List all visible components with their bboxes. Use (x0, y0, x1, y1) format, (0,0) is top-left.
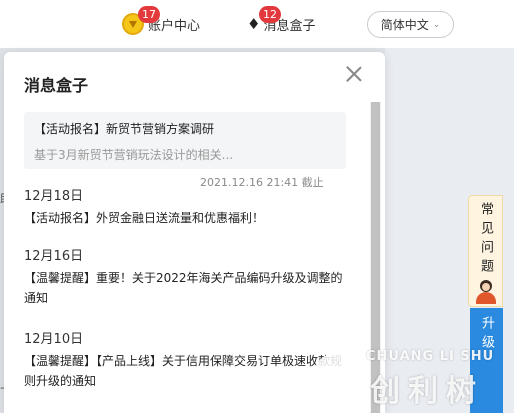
bell-icon: ♦ (247, 14, 261, 33)
faq-widget[interactable]: 常见问题 (468, 195, 503, 307)
support-avatar-icon (475, 280, 497, 304)
language-select[interactable]: 简体中文 ⌄ (367, 11, 454, 38)
close-icon[interactable] (344, 64, 364, 84)
account-notification-badge: 17 (138, 6, 160, 23)
message-item[interactable]: 【温馨提醒】【产品上线】关于信用保障交易订单极速收款规则升级的通知 (24, 351, 349, 391)
language-selected-label: 简体中文 (380, 18, 429, 32)
watermark-latin-text: CHUANG LI SHU (366, 349, 495, 364)
featured-message-card[interactable]: 【活动报名】新贸节营销方案调研 基于3月新贸节营销玩法设计的相关... (24, 112, 346, 169)
featured-message-title: 【活动报名】新贸节营销方案调研 (34, 122, 215, 136)
message-date: 12月10日 (24, 332, 84, 347)
faq-label: 常见问题 (478, 202, 493, 278)
message-box-link[interactable]: ♦ 12 消息盒子 (247, 0, 315, 48)
message-notification-badge: 12 (259, 6, 281, 23)
message-date: 12月16日 (24, 249, 84, 264)
message-item[interactable]: 【温馨提醒】重要！关于2022年海关产品编码升级及调整的通知 (24, 268, 349, 308)
panel-title: 消息盒子 (24, 76, 89, 95)
featured-message-description: 基于3月新贸节营销玩法设计的相关... (34, 148, 234, 162)
chevron-down-icon: ⌄ (432, 19, 441, 30)
featured-message-deadline: 2021.12.16 21:41 截止 (200, 176, 324, 189)
message-item[interactable]: 【活动报名】外贸金融日送流量和优惠福利！ (24, 208, 349, 228)
message-date: 12月18日 (24, 189, 84, 204)
watermark-logo-icon (312, 352, 366, 406)
watermark-cjk-text: 创利树 (370, 374, 484, 409)
account-center-link[interactable]: 17 账户中心 (122, 0, 200, 48)
top-navigation-bar: 17 账户中心 ♦ 12 消息盒子 简体中文 ⌄ (0, 0, 514, 48)
